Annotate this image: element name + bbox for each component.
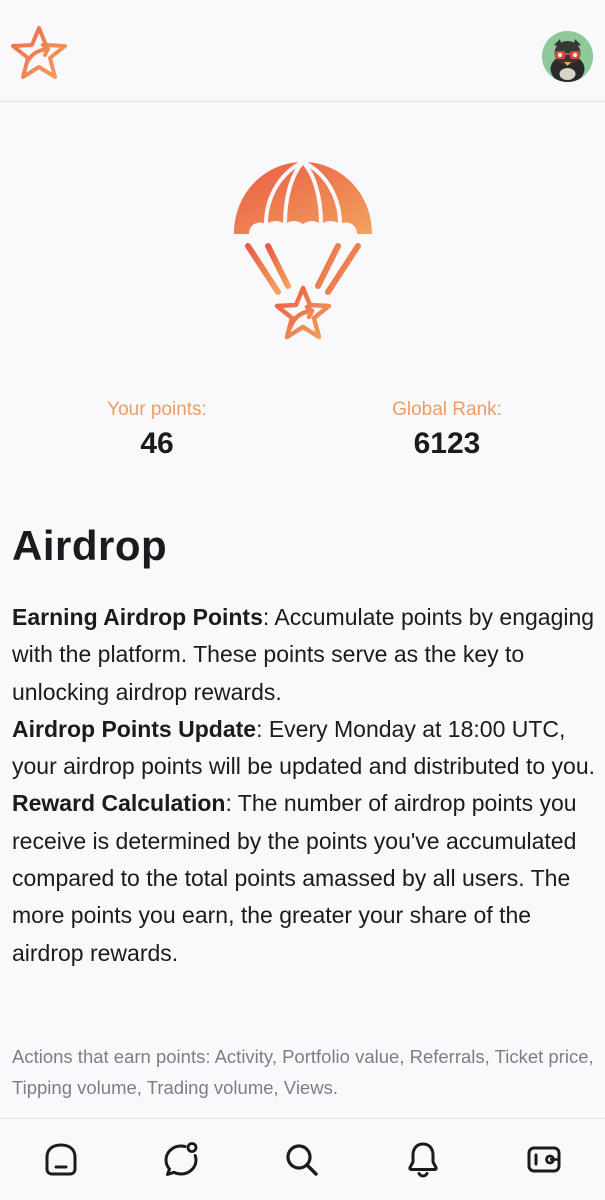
nav-search-button[interactable]: [281, 1139, 321, 1179]
bottom-nav: [0, 1118, 605, 1200]
airdrop-description: Earning Airdrop Points: Accumulate point…: [12, 599, 597, 972]
nav-chat-button[interactable]: [161, 1139, 201, 1179]
section-heading: Earning Airdrop Points: [12, 604, 263, 630]
global-rank-label: Global Rank:: [392, 399, 502, 420]
global-rank-stat: Global Rank: 6123: [347, 398, 547, 464]
home-icon: [45, 1143, 77, 1176]
section-reward: Reward Calculation: The number of airdro…: [12, 785, 597, 971]
star-arrow-logo-icon[interactable]: [8, 24, 70, 84]
section-heading: Reward Calculation: [12, 790, 226, 817]
section-update: Airdrop Points Update: Every Monday at 1…: [12, 711, 597, 786]
bell-icon: [408, 1142, 438, 1178]
parachute-star-icon: [230, 160, 376, 360]
wallet-icon: [527, 1146, 561, 1173]
chat-icon: [164, 1142, 198, 1176]
global-rank-value: 6123: [413, 427, 481, 460]
nav-wallet-button[interactable]: [524, 1139, 564, 1179]
nav-notifications-button[interactable]: [403, 1139, 443, 1179]
your-points-stat: Your points: 46: [57, 398, 257, 464]
your-points-value: 46: [140, 427, 174, 460]
page-title: Airdrop: [12, 522, 168, 569]
nav-home-button[interactable]: [41, 1139, 81, 1179]
your-points-label: Your points:: [107, 399, 207, 420]
top-header: [0, 0, 605, 102]
section-earning: Earning Airdrop Points: Accumulate point…: [12, 599, 597, 711]
section-text: : The number of airdrop points you recei…: [12, 790, 577, 966]
section-heading: Airdrop Points Update: [12, 715, 257, 742]
search-icon: [286, 1144, 318, 1176]
earn-actions-note: Actions that earn points: Activity, Port…: [12, 1046, 594, 1098]
user-avatar[interactable]: [542, 31, 593, 82]
